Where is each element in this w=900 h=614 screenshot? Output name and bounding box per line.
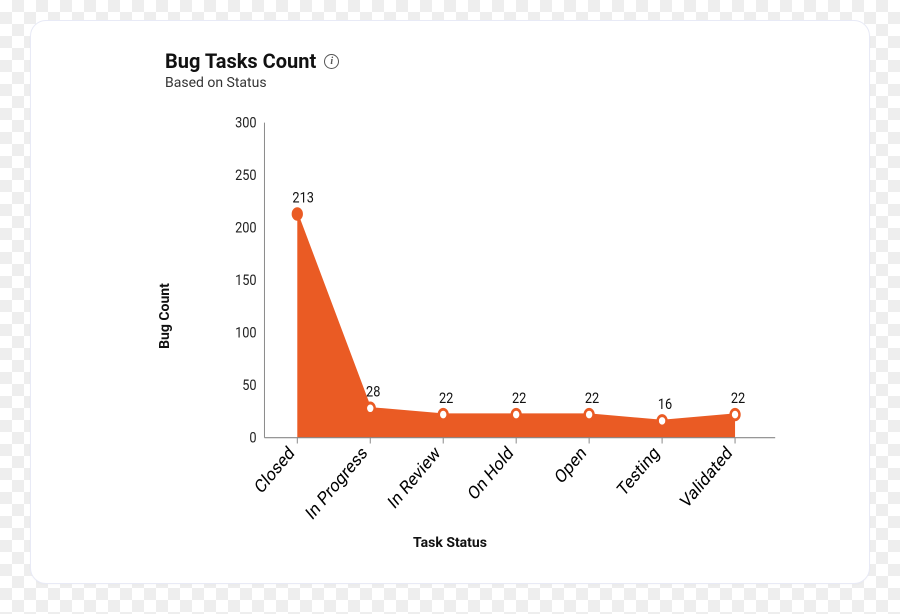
- data-label: 16: [658, 396, 672, 413]
- data-point[interactable]: [439, 409, 448, 420]
- x-tick-label: Testing: [614, 443, 663, 502]
- info-icon[interactable]: i: [324, 54, 339, 69]
- svg-text:250: 250: [235, 167, 257, 184]
- svg-text:0: 0: [249, 429, 256, 446]
- svg-text:200: 200: [235, 219, 257, 236]
- chart-subtitle: Based on Status: [165, 75, 835, 91]
- data-point[interactable]: [585, 409, 594, 420]
- data-label: 22: [585, 390, 599, 407]
- svg-text:50: 50: [242, 377, 256, 394]
- x-axis-label: Task Status: [413, 535, 487, 551]
- x-tick-label: On Hold: [465, 443, 518, 506]
- chart-header: Bug Tasks Count i Based on Status: [165, 49, 835, 91]
- svg-text:300: 300: [235, 114, 257, 131]
- x-tick-label: In Progress: [302, 442, 371, 524]
- chart-title: Bug Tasks Count: [165, 49, 316, 73]
- data-point[interactable]: [512, 409, 521, 420]
- svg-text:150: 150: [235, 272, 257, 289]
- data-label: 213: [292, 189, 314, 206]
- y-axis-label: Bug Count: [157, 283, 173, 349]
- chart-card: Bug Tasks Count i Based on Status Bug Co…: [30, 20, 870, 584]
- data-label: 22: [731, 390, 745, 407]
- x-tick-label: Validated: [677, 443, 736, 513]
- chart-svg: 050100150200250300ClosedIn ProgressIn Re…: [235, 111, 785, 461]
- data-point[interactable]: [658, 416, 667, 427]
- svg-text:100: 100: [235, 324, 257, 341]
- data-label: 22: [439, 390, 453, 407]
- plot-area: Bug Count 0 50 100 150 200 250 300 ClosedIn Pro…: [65, 101, 835, 531]
- data-point[interactable]: [366, 403, 375, 414]
- data-point[interactable]: [293, 209, 302, 220]
- data-label: 28: [366, 384, 380, 401]
- x-tick-label: Closed: [252, 443, 299, 499]
- data-point[interactable]: [731, 409, 740, 420]
- x-tick-label: In Review: [385, 442, 445, 513]
- data-label: 22: [512, 390, 526, 407]
- x-tick-label: Open: [552, 443, 591, 489]
